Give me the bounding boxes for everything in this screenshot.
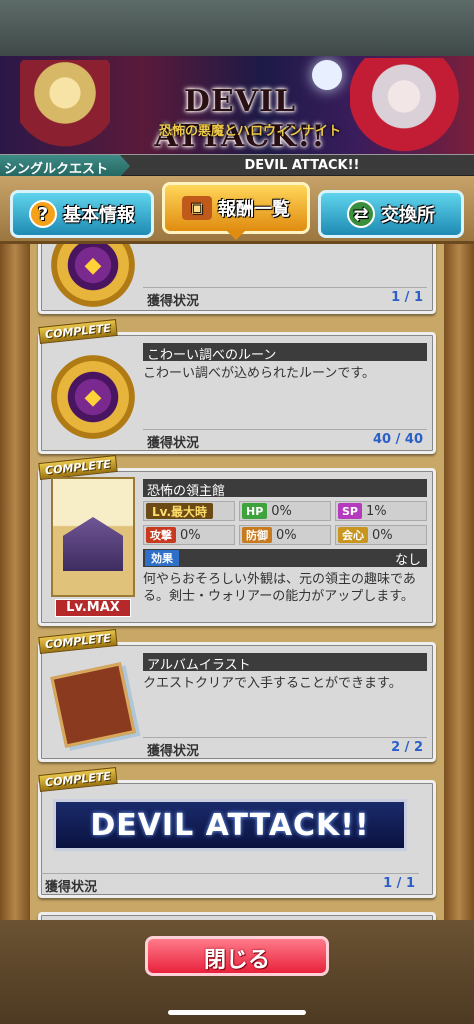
acquisition-row: 獲得状況 1 / 1: [143, 287, 427, 309]
quest-name: DEVIL ATTACK!!: [244, 158, 360, 173]
quest-type-label: シングルクエスト: [0, 155, 130, 177]
sp-value: 1%: [365, 503, 387, 519]
acquisition-row: 獲得状況 2 / 2: [143, 737, 427, 759]
effect-label: 効果: [145, 550, 179, 566]
album-illust-icon: [50, 662, 136, 748]
reward-card-album[interactable]: COMPLETE アルバムイラスト クエストクリアで入手することができます。 獲…: [38, 628, 436, 762]
home-indicator[interactable]: [168, 1010, 306, 1015]
stat-row-2: 攻撃 0% 防御 0% 会心 0%: [143, 525, 427, 545]
stat-critical: 会心 0%: [335, 525, 427, 545]
tab-exchange-label: 交換所: [381, 205, 435, 226]
character-art-left: [20, 60, 110, 154]
level-max-badge: Lv.MAX: [55, 599, 131, 617]
hp-value: 0%: [271, 503, 292, 519]
mansion-building: [63, 517, 123, 571]
acquisition-label: 獲得状況: [147, 294, 200, 309]
stat-sp: SP 1%: [335, 501, 427, 521]
effect-value: なし: [394, 552, 421, 568]
acquisition-value: 40 / 40: [373, 432, 423, 447]
reward-thumb: [50, 662, 136, 748]
acquisition-value: 1 / 1: [383, 876, 415, 891]
acquisition-label: 獲得状況: [147, 744, 200, 759]
tab-exchange[interactable]: ⇄ 交換所: [318, 190, 464, 238]
title-banner: DEVIL ATTACK!!: [53, 799, 407, 851]
stat-row-1: Lv.最大時 HP 0% SP 1%: [143, 501, 427, 521]
reward-card-mansion[interactable]: COMPLETE Lv.MAX 恐怖の領主館 Lv.最大時 HP 0% SP 1…: [38, 454, 436, 626]
reward-scroll-area[interactable]: ◆ 獲得状況 1 / 1 COMPLETE ◆ こわーい調べのルーン こわーい調…: [30, 244, 444, 920]
reward-card-rune[interactable]: COMPLETE ◆ こわーい調べのルーン こわーい調べが込められたルーンです。…: [38, 318, 436, 454]
rune-medal-icon: ◆: [51, 244, 135, 307]
active-tab-pointer: [226, 230, 246, 240]
reward-thumb: ◆: [51, 355, 135, 439]
event-banner: DEVIL ATTACK!! 恐怖の悪魔とハロウィンナイト: [0, 56, 474, 154]
reward-card-rune-top[interactable]: ◆ 獲得状況 1 / 1: [38, 244, 436, 314]
reward-description: クエストクリアで入手することができます。: [143, 676, 402, 691]
character-art-right: [350, 58, 470, 154]
attack-value: 0%: [180, 527, 201, 543]
complete-badge: COMPLETE: [38, 318, 118, 345]
sp-label: SP: [338, 503, 362, 519]
complete-badge: COMPLETE: [38, 766, 118, 793]
reward-card-next[interactable]: [38, 912, 436, 920]
reward-description: こわーい調べが込められたルーンです。: [143, 366, 376, 381]
exchange-icon: ⇄: [347, 200, 375, 228]
level-max-label: Lv.最大時: [146, 503, 214, 519]
hp-label: HP: [242, 503, 268, 519]
reward-description: 何やらおそろしい外観は、元の領主の趣味である。剣士・ウォリアーの能力がアップしま…: [143, 572, 416, 604]
tab-basic-info-label: 基本情報: [63, 205, 135, 226]
stat-hp: HP 0%: [239, 501, 331, 521]
acquisition-label: 獲得状況: [147, 436, 200, 451]
bottom-bar: 閉じる: [0, 920, 474, 1024]
acquisition-row: 獲得状況 1 / 1: [41, 873, 419, 895]
banner-subtitle: 恐怖の悪魔とハロウィンナイト: [158, 124, 341, 139]
reward-title: こわーい調べのルーン: [143, 343, 427, 363]
acquisition-value: 1 / 1: [391, 290, 423, 305]
frame-right: [444, 244, 474, 920]
attack-label: 攻撃: [146, 527, 176, 543]
tab-reward-list[interactable]: ▣ 報酬一覧: [162, 182, 310, 234]
rune-medal-icon: ◆: [51, 355, 135, 439]
chest-icon: ▣: [182, 196, 212, 220]
quest-bar: シングルクエスト DEVIL ATTACK!!: [0, 154, 474, 177]
tab-basic-info[interactable]: ? 基本情報: [10, 190, 154, 238]
close-button[interactable]: 閉じる: [145, 936, 329, 976]
question-icon: ?: [29, 200, 57, 228]
reward-thumb: ◆: [51, 244, 135, 307]
reward-title: アルバムイラスト: [143, 653, 427, 673]
critical-value: 0%: [372, 527, 393, 543]
defense-label: 防御: [242, 527, 272, 543]
mansion-image: [51, 477, 135, 597]
reward-thumb: [51, 477, 135, 597]
reward-card-title[interactable]: COMPLETE DEVIL ATTACK!! 獲得状況 1 / 1: [38, 766, 436, 898]
stat-defense: 防御 0%: [239, 525, 331, 545]
frame-left: [0, 244, 30, 920]
tab-row: ? 基本情報 ▣ 報酬一覧 ⇄ 交換所: [0, 176, 474, 244]
critical-label: 会心: [338, 527, 368, 543]
banner-logo: DEVIL ATTACK!!: [154, 84, 326, 154]
effect-row: 効果 なし: [143, 549, 427, 568]
status-bar: [0, 0, 474, 56]
defense-value: 0%: [276, 527, 297, 543]
reward-list-panel: ◆ 獲得状況 1 / 1 COMPLETE ◆ こわーい調べのルーン こわーい調…: [0, 244, 474, 920]
tab-reward-list-label: 報酬一覧: [218, 199, 290, 220]
stat-attack: 攻撃 0%: [143, 525, 235, 545]
complete-badge: COMPLETE: [38, 628, 118, 655]
acquisition-row: 獲得状況 40 / 40: [143, 429, 427, 451]
stat-level: Lv.最大時: [143, 501, 235, 521]
acquisition-value: 2 / 2: [391, 740, 423, 755]
reward-title: 恐怖の領主館: [143, 479, 427, 499]
acquisition-label: 獲得状況: [45, 880, 98, 895]
